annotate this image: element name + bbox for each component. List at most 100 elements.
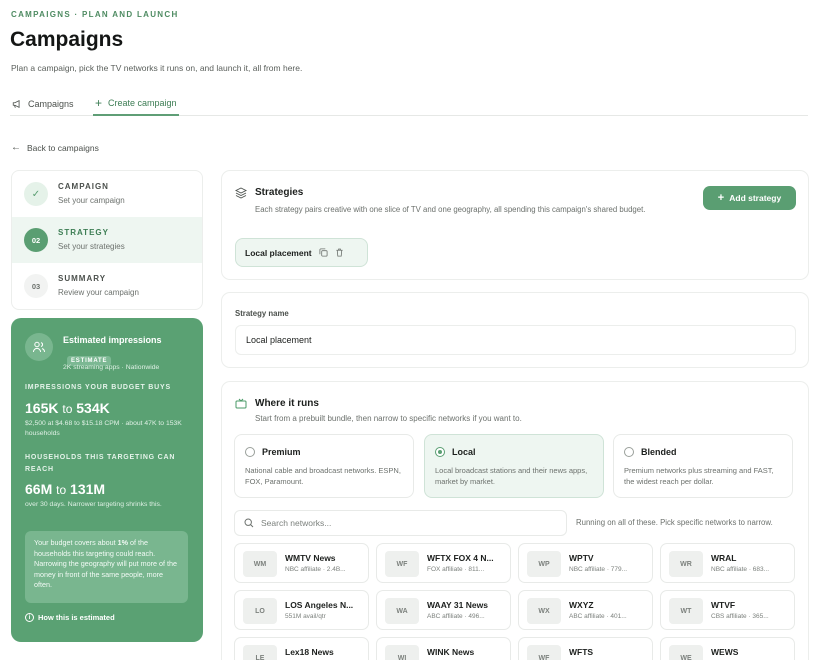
network-logo: WX xyxy=(527,598,561,624)
tv-icon xyxy=(235,398,247,409)
estimated-impressions-panel: Estimated impressions ESTIMATE 2K stream… xyxy=(11,318,203,642)
bundle-option-local[interactable]: Local Local broadcast stations and their… xyxy=(424,434,604,498)
strategy-chip-label: Local placement xyxy=(245,247,312,258)
network-name: LOS Angeles N... xyxy=(285,600,354,610)
info-icon: i xyxy=(25,613,34,622)
network-logo: WR xyxy=(669,551,703,577)
step-campaign[interactable]: ✓ CAMPAIGN Set your campaign xyxy=(12,171,202,217)
users-icon xyxy=(25,333,53,361)
network-name: WRAL xyxy=(711,553,737,563)
strategies-title: Strategies xyxy=(255,187,304,198)
step-number: 03 xyxy=(24,274,48,298)
network-logo: WF xyxy=(527,645,561,660)
breadcrumb: CAMPAIGNS · PLAN AND LAUNCH xyxy=(11,10,179,19)
network-name: WEWS xyxy=(711,647,739,657)
budget-detail: $2,500 at $4.68 to $15.18 CPM · about 47… xyxy=(25,420,182,437)
network-desc: NBC affiliate · 779... xyxy=(569,566,628,573)
network-desc: NBC affiliate · 2.4B... xyxy=(285,566,346,573)
households-detail: over 30 days. Narrower targeting shrinks… xyxy=(25,501,162,508)
back-link[interactable]: ← Back to campaigns xyxy=(11,142,99,153)
step-desc: Set your strategies xyxy=(58,242,125,251)
strategies-card: Strategies Each strategy pairs creative … xyxy=(221,170,809,280)
step-summary[interactable]: 03 SUMMARY Review your campaign xyxy=(12,263,202,309)
step-title: CAMPAIGN xyxy=(58,182,109,191)
layers-icon xyxy=(235,187,247,199)
network-logo: WP xyxy=(527,551,561,577)
budget-low: 165K xyxy=(25,400,59,416)
budget-label: IMPRESSIONS YOUR BUDGET BUYS xyxy=(25,384,171,391)
step-title: STRATEGY xyxy=(58,228,109,237)
network-desc: FOX affiliate · 811... xyxy=(427,566,485,573)
network-name: Lex18 News xyxy=(285,647,334,657)
network-card[interactable]: WI WINK News xyxy=(376,637,511,660)
network-name: WMTV News xyxy=(285,553,336,563)
network-card[interactable]: WM WMTV News NBC affiliate · 2.4B... xyxy=(234,543,369,583)
range-to: to xyxy=(56,483,67,497)
tab-bar: Campaigns + Create campaign xyxy=(10,92,808,116)
page-subtitle: Plan a campaign, pick the TV networks it… xyxy=(11,63,303,73)
strategy-name-card: Strategy name Local placement xyxy=(221,292,809,368)
bundle-option-premium[interactable]: Premium National cable and broadcast net… xyxy=(234,434,414,498)
network-card[interactable]: WR WRAL NBC affiliate · 683... xyxy=(660,543,795,583)
arrow-left-icon: ← xyxy=(11,142,21,153)
network-card[interactable]: WA WAAY 31 News ABC affiliate · 496... xyxy=(376,590,511,630)
network-logo: WA xyxy=(385,598,419,624)
radio[interactable] xyxy=(245,447,255,457)
tab-label: Campaigns xyxy=(28,99,74,109)
where-desc: Start from a prebuilt bundle, then narro… xyxy=(255,414,522,423)
tab-campaigns[interactable]: Campaigns xyxy=(12,92,74,116)
network-name: WFTX FOX 4 N... xyxy=(427,553,494,563)
trash-icon[interactable] xyxy=(335,248,344,257)
option-name: Local xyxy=(452,447,476,457)
step-strategy[interactable]: 02 STRATEGY Set your strategies xyxy=(12,217,202,263)
network-logo: WM xyxy=(243,551,277,577)
network-card[interactable]: WF WFTX FOX 4 N... FOX affiliate · 811..… xyxy=(376,543,511,583)
network-card[interactable]: LO LOS Angeles N... 551M avail/qtr xyxy=(234,590,369,630)
option-desc: Local broadcast stations and their news … xyxy=(435,466,588,486)
budget-high: 534K xyxy=(76,400,110,416)
network-search[interactable]: Search networks... xyxy=(234,510,567,536)
network-card[interactable]: WF WFTS xyxy=(518,637,653,660)
option-desc: National cable and broadcast networks. E… xyxy=(245,466,401,486)
search-icon xyxy=(244,518,254,528)
coverage-text: Your budget covers about xyxy=(34,538,118,547)
network-card[interactable]: WP WPTV NBC affiliate · 779... xyxy=(518,543,653,583)
add-strategy-label: Add strategy xyxy=(729,193,782,203)
search-input[interactable]: Search networks... xyxy=(261,518,331,528)
network-card[interactable]: LE Lex18 News xyxy=(234,637,369,660)
network-logo: WI xyxy=(385,645,419,660)
coverage-note: Your budget covers about 1% of the house… xyxy=(25,531,188,603)
coverage-pct: 1% xyxy=(117,538,129,547)
network-card[interactable]: WT WTVF CBS affiliate · 365... xyxy=(660,590,795,630)
hh-high: 131M xyxy=(70,481,106,497)
network-name: WAAY 31 News xyxy=(427,600,488,610)
network-desc: 551M avail/qtr xyxy=(285,613,326,620)
network-name: WXYZ xyxy=(569,600,594,610)
tab-create-campaign[interactable]: + Create campaign xyxy=(93,92,179,116)
network-card[interactable]: WX WXYZ ABC affiliate · 401... xyxy=(518,590,653,630)
add-strategy-button[interactable]: + Add strategy xyxy=(703,186,796,210)
network-card[interactable]: WE WEWS xyxy=(660,637,795,660)
step-desc: Review your campaign xyxy=(58,288,139,297)
radio[interactable] xyxy=(624,447,634,457)
strategy-name-input[interactable]: Local placement xyxy=(235,325,796,355)
megaphone-icon xyxy=(12,99,20,109)
strategies-desc: Each strategy pairs creative with one sl… xyxy=(255,205,646,214)
step-list: ✓ CAMPAIGN Set your campaign 02 STRATEGY… xyxy=(11,170,203,310)
hh-low: 66M xyxy=(25,481,53,497)
where-title: Where it runs xyxy=(255,398,319,409)
check-icon: ✓ xyxy=(24,182,48,206)
network-logo: WF xyxy=(385,551,419,577)
how-estimated-link[interactable]: i How this is estimated xyxy=(25,613,115,622)
strategy-name-label: Strategy name xyxy=(235,309,289,318)
radio[interactable] xyxy=(435,447,445,457)
network-logo: LO xyxy=(243,598,277,624)
households-range: 66M to 131M xyxy=(25,481,105,497)
copy-icon[interactable] xyxy=(319,248,328,257)
option-name: Blended xyxy=(641,447,677,457)
bundle-option-blended[interactable]: Blended Premium networks plus streaming … xyxy=(613,434,793,498)
strategy-chip[interactable]: Local placement xyxy=(235,238,368,267)
step-desc: Set your campaign xyxy=(58,196,125,205)
range-to: to xyxy=(62,402,73,416)
option-desc: Premium networks plus streaming and FAST… xyxy=(624,466,774,486)
